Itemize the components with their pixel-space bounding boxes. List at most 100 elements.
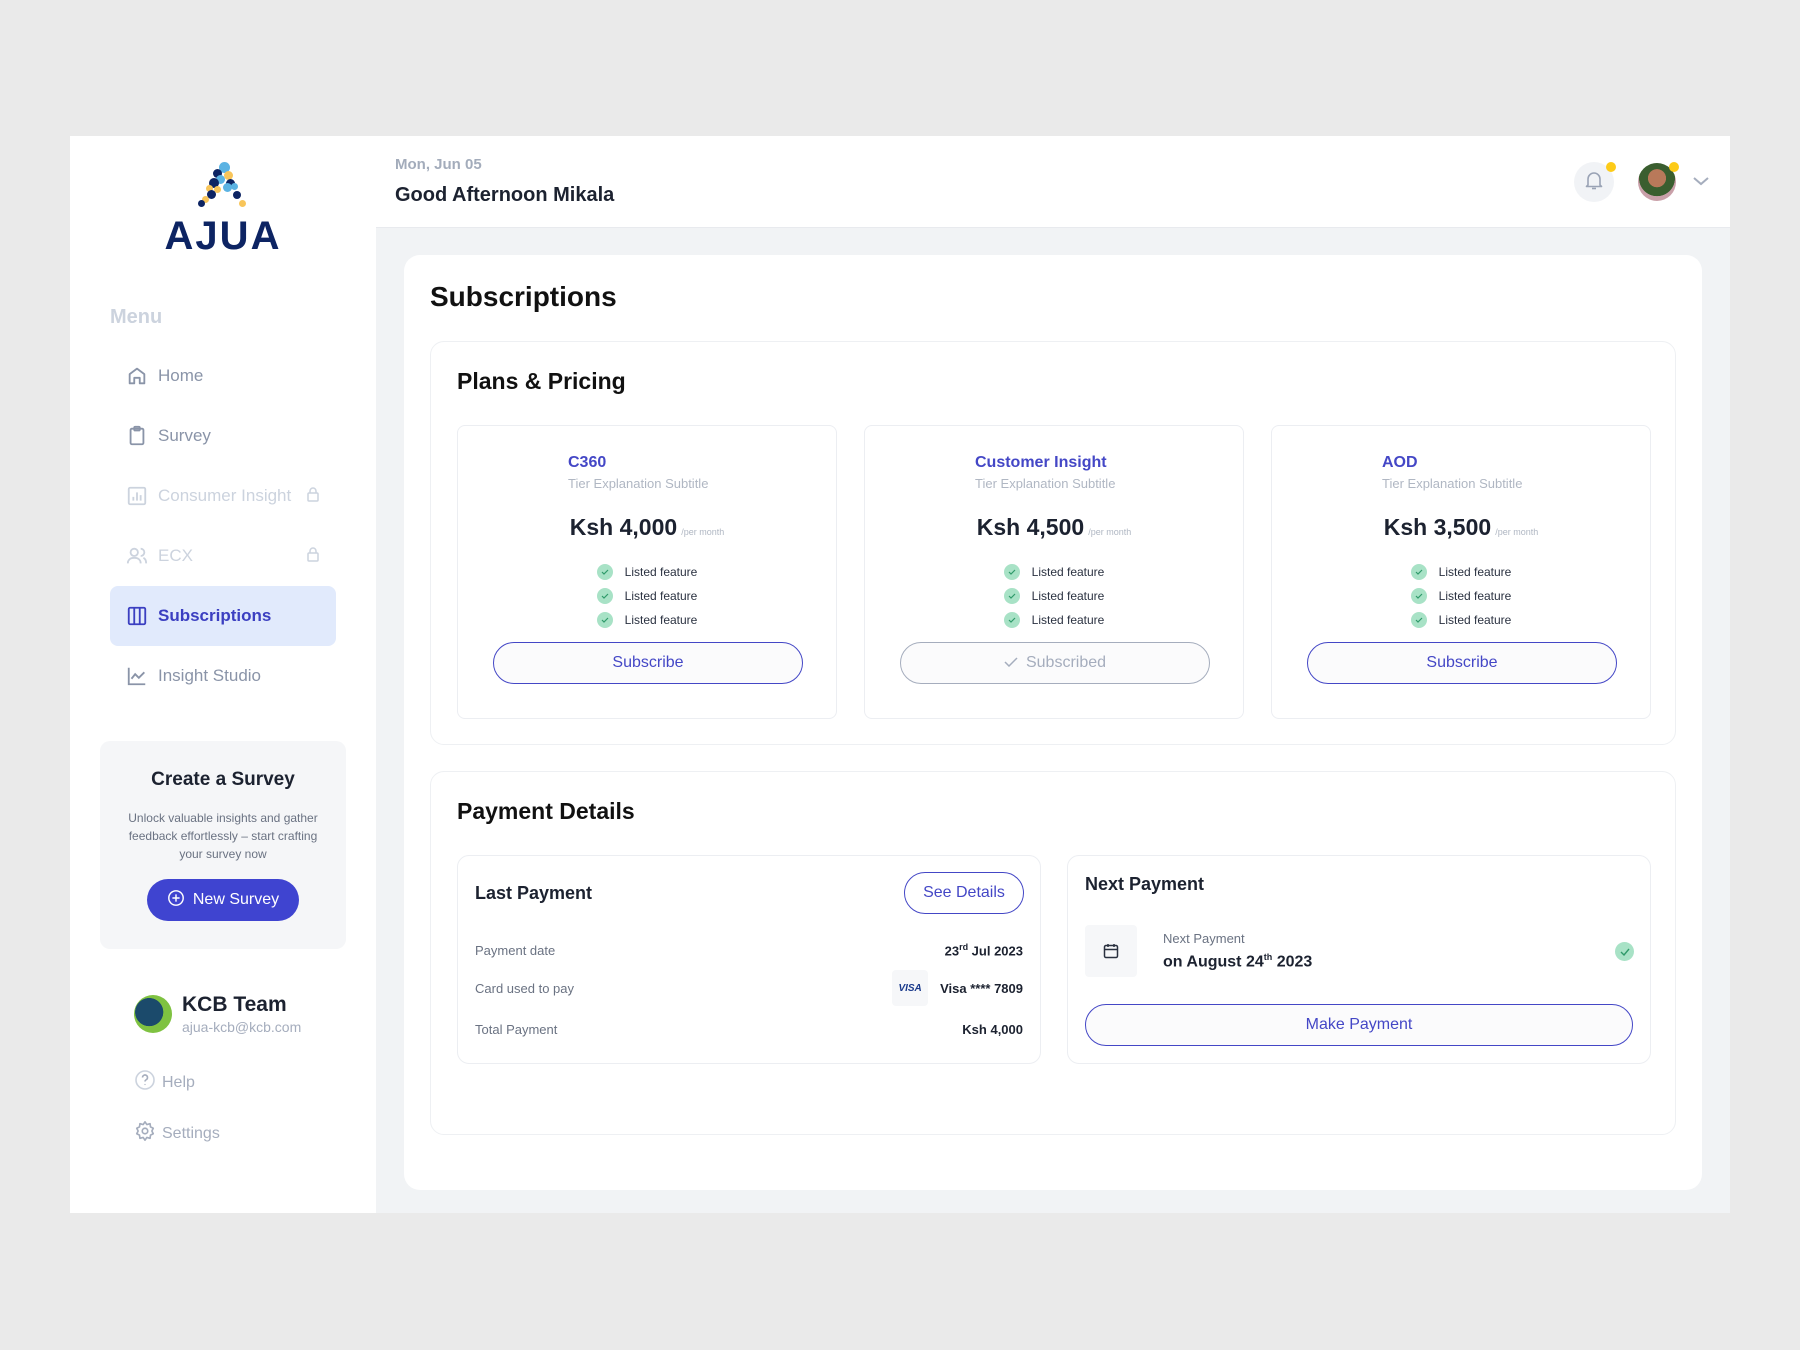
next-payment-date: on August 24th 2023 [1163,952,1312,971]
ajua-logo[interactable]: AJUA [70,162,376,259]
settings-link[interactable]: Settings [134,1120,220,1147]
check-icon [596,612,613,628]
feature-item: Listed feature [1003,608,1104,632]
price-period: /per month [1495,527,1539,537]
plan-card-c360: C360 Tier Explanation Subtitle Ksh 4,000… [457,425,837,719]
create-survey-description: Unlock valuable insights and gather feed… [128,811,318,861]
team-email: ajua-kcb@kcb.com [182,1019,302,1035]
plan-price: Ksh 4,500/per month [865,514,1243,541]
next-date-suffix: th [1263,952,1273,962]
subscribe-button[interactable]: Subscribe [493,642,803,684]
see-details-button[interactable]: See Details [904,872,1024,914]
next-payment-title: Next Payment [1085,874,1205,894]
sidebar-item-subscriptions[interactable]: Subscriptions [110,586,336,646]
next-date-main: on August 24 [1163,953,1264,971]
plan-name: Customer Insight [975,454,1107,471]
plan-card-customer-insight: Customer Insight Tier Explanation Subtit… [864,425,1244,719]
team-avatar [134,995,172,1033]
sidebar-item-label: Survey [158,426,211,445]
plan-name: C360 [568,454,607,471]
date-rest: Jul 2023 [968,943,1023,959]
main-area: Mon, Jun 05 Good Afternoon Mikala Subscr… [376,136,1730,1213]
price-period: /per month [1088,527,1132,537]
plan-price: Ksh 4,000/per month [458,514,836,541]
status-dot [1669,162,1679,172]
feature-list: Listed feature Listed feature Listed fea… [865,560,1243,632]
notification-dot [1606,162,1616,172]
new-survey-button[interactable]: New Survey [147,879,299,921]
check-icon [596,564,613,580]
check-icon [1410,564,1427,580]
settings-label: Settings [162,1124,220,1142]
plan-subtitle: Tier Explanation Subtitle [1382,476,1523,491]
lock-icon [306,486,320,507]
plan-subtitle: Tier Explanation Subtitle [975,476,1116,491]
feature-label: Listed feature [624,613,698,627]
line-chart-icon [126,665,148,687]
chevron-down-icon[interactable] [1692,174,1710,192]
check-icon [1615,942,1634,961]
greeting: Good Afternoon Mikala [395,184,615,206]
feature-item: Listed feature [1003,584,1105,608]
feature-label: Listed feature [1031,589,1105,603]
top-bar: Mon, Jun 05 Good Afternoon Mikala [376,136,1730,228]
user-avatar[interactable] [1638,162,1679,201]
calendar-icon [1085,925,1137,977]
see-details-label: See Details [923,884,1005,901]
feature-label: Listed feature [624,589,698,603]
plans-title: Plans & Pricing [457,368,626,394]
gear-icon [134,1120,156,1147]
subscribe-label: Subscribe [612,654,684,671]
feature-item: Listed feature [1003,560,1104,584]
feature-list: Listed feature Listed feature Listed fea… [1272,560,1650,632]
plan-name: AOD [1382,454,1418,471]
checkmark-icon [1004,654,1018,672]
feature-list: Listed feature Listed feature Listed fea… [458,560,836,632]
feature-label: Listed feature [1438,589,1512,603]
sidebar-item-consumer-insight[interactable]: Consumer Insight [110,466,336,526]
date-day: 23 [944,943,960,959]
total-payment-row: Total Payment Ksh 4,000 [475,1022,1023,1037]
card-number: Visa **** 7809 [940,980,1023,996]
bell-icon [1585,170,1603,195]
payment-date-row: Payment date 23rd Jul 2023 [475,942,1023,958]
sidebar-item-survey[interactable]: Survey [110,406,336,466]
subscriptions-content: Subscriptions Plans & Pricing C360 Tier … [404,255,1702,1190]
clipboard-icon [126,425,148,447]
sidebar-nav: Home Survey Consumer Insight ECX Subscri… [110,346,336,706]
team-profile[interactable]: KCB Team ajua-kcb@kcb.com [134,993,301,1035]
next-payment-card: Next Payment Next Payment on August 24th… [1067,855,1651,1064]
sidebar-item-label: ECX [158,546,193,565]
sidebar-item-label: Consumer Insight [158,486,292,505]
card-used-row: Card used to pay VISA Visa **** 7809 [475,970,1023,1006]
new-survey-label: New Survey [192,891,280,908]
price-period: /per month [681,527,725,537]
sidebar-item-home[interactable]: Home [110,346,336,406]
subscribed-button[interactable]: Subscribed [900,642,1210,684]
price-value: Ksh 3,500 [1383,514,1492,540]
feature-label: Listed feature [624,565,698,579]
card-used-value: VISA Visa **** 7809 [892,970,1023,1006]
subscribed-label: Subscribed [1025,654,1107,671]
plus-circle-icon [167,889,185,912]
notifications-button[interactable] [1574,162,1616,202]
help-label: Help [162,1073,195,1091]
check-icon [1003,564,1020,580]
sidebar-item-insight-studio[interactable]: Insight Studio [110,646,336,706]
sidebar-item-label: Insight Studio [158,666,262,685]
subscribe-button[interactable]: Subscribe [1307,642,1617,684]
card-used-label: Card used to pay [475,980,575,996]
team-name: KCB Team [182,993,287,1016]
page-title: Subscriptions [430,281,617,312]
make-payment-button[interactable]: Make Payment [1085,1004,1633,1046]
sidebar-item-ecx[interactable]: ECX [110,526,336,586]
create-survey-title: Create a Survey [151,769,295,790]
plans-pricing-section: Plans & Pricing C360 Tier Explanation Su… [430,341,1676,745]
feature-item: Listed feature [596,608,698,632]
users-icon [126,545,148,567]
sidebar-item-label: Subscriptions [158,606,272,625]
payment-date-value: 23rd Jul 2023 [945,942,1023,958]
help-link[interactable]: Help [134,1069,195,1096]
bar-chart-icon [126,485,148,507]
logo-text: AJUA [164,214,282,258]
